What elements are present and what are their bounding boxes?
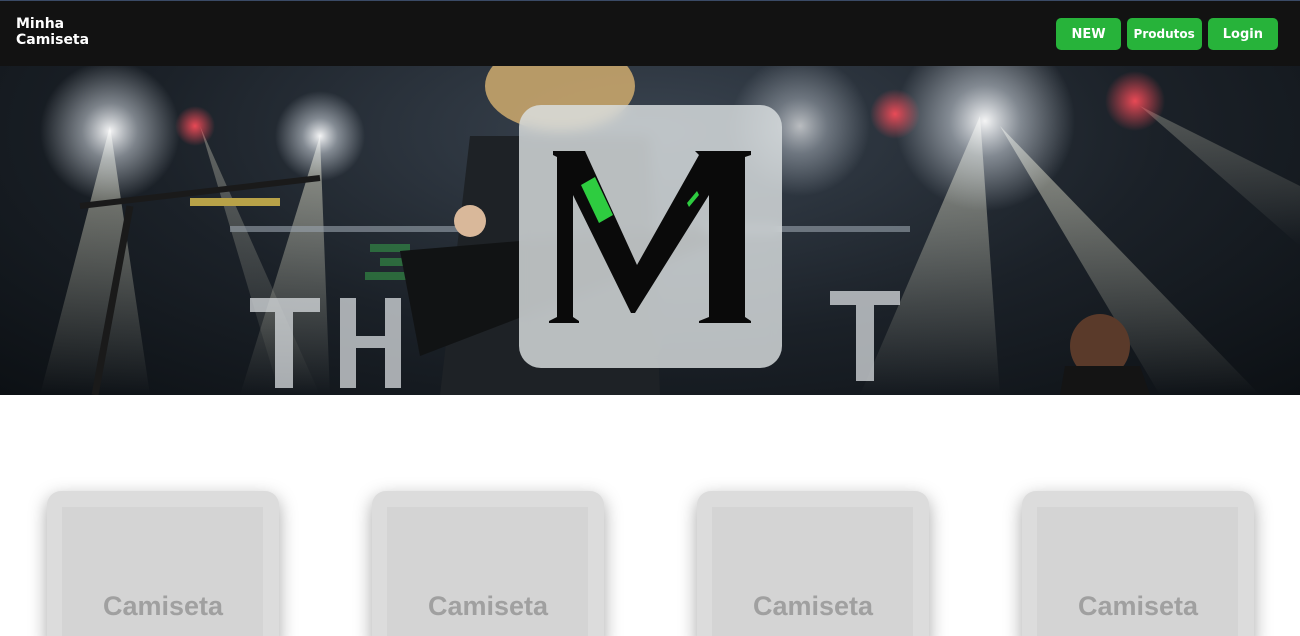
product-title: Camiseta	[427, 591, 549, 621]
product-title: Camiseta	[752, 591, 874, 621]
brand-logo-text[interactable]: Minha Camiseta	[16, 16, 89, 48]
product-card[interactable]: Camiseta	[1022, 491, 1254, 636]
product-card[interactable]: Camiseta	[47, 491, 279, 636]
new-button[interactable]: NEW	[1056, 18, 1121, 50]
produtos-button[interactable]: Produtos	[1126, 18, 1202, 50]
m-logo-icon	[549, 151, 751, 323]
brand-logo-card	[519, 105, 782, 368]
product-title: Camiseta	[102, 591, 224, 621]
products-section: Camiseta Camiseta Camiseta Camiseta	[0, 395, 1300, 636]
navbar: Minha Camiseta NEW Produtos Login	[0, 0, 1300, 66]
brand-line-2: Camiseta	[16, 32, 90, 48]
product-card[interactable]: Camiseta	[697, 491, 929, 636]
login-button[interactable]: Login	[1207, 18, 1278, 50]
product-title: Camiseta	[1077, 591, 1199, 621]
brand-line-1: Minha	[16, 16, 65, 32]
product-card[interactable]: Camiseta	[372, 491, 604, 636]
nav-buttons: NEW Produtos Login	[1056, 18, 1278, 50]
hero-banner	[0, 66, 1300, 395]
